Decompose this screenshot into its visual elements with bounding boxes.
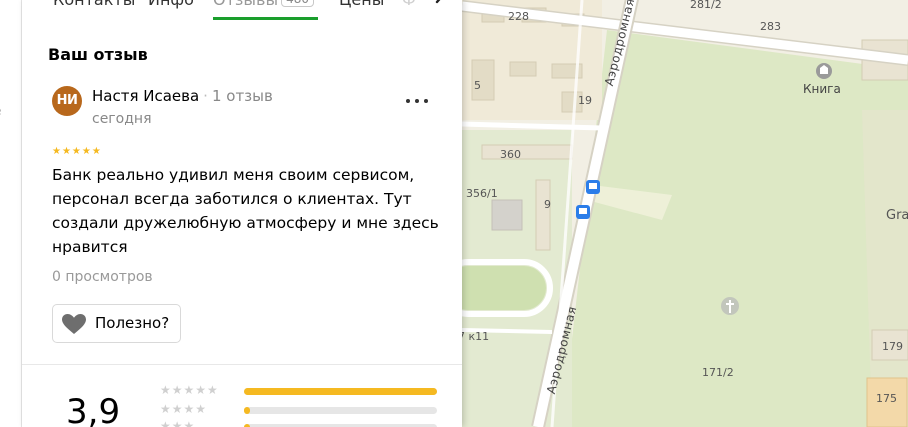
rating-value: 3,9	[66, 392, 121, 427]
author-review-count: 1 отзыв	[211, 87, 273, 105]
truncated-text: е	[0, 104, 1, 118]
bus-stop-icon[interactable]	[586, 180, 600, 194]
shop-icon[interactable]	[816, 63, 832, 79]
tab-bar: Контакты Инфо Отзывы480 Цены Ф	[22, 0, 462, 30]
building-number: 360	[500, 148, 521, 161]
building-number: 228	[508, 10, 529, 23]
review-text: Банк реально удивил меня своим сервисом,…	[52, 166, 439, 256]
heart-icon	[62, 314, 86, 334]
chevron-right-icon[interactable]	[431, 0, 451, 6]
left-panel-edge: е	[0, 0, 22, 427]
helpful-label: Полезно?	[95, 314, 170, 332]
rating-bar-track	[244, 407, 437, 414]
tab-info[interactable]: Инфо	[148, 0, 194, 9]
reviews-count-badge: 480	[281, 0, 315, 7]
author-name[interactable]: Настя Исаева	[92, 87, 199, 105]
dot	[424, 99, 428, 103]
separator-dot: ·	[203, 87, 208, 105]
tab-reviews-label: Отзывы	[213, 0, 278, 9]
views-count: 0 просмотров	[52, 269, 153, 285]
rating-bar-fill	[244, 407, 250, 414]
dot	[415, 99, 419, 103]
area-label: Gra	[886, 208, 908, 223]
rating-row-5: ★★★★★	[160, 383, 450, 399]
rating-row-4: ★★★★	[160, 402, 450, 418]
tab-reviews[interactable]: Отзывы480	[213, 0, 315, 9]
building-number: 283	[760, 20, 781, 33]
building	[481, 144, 573, 160]
helpful-button[interactable]: Полезно?	[52, 304, 181, 343]
building	[509, 61, 537, 77]
divider	[22, 364, 462, 365]
stadium-field	[462, 266, 546, 310]
row-stars: ★★★★	[160, 402, 208, 416]
tab-contacts[interactable]: Контакты	[53, 0, 135, 9]
row-stars: ★★★	[160, 419, 196, 427]
bus-stop-icon[interactable]	[576, 205, 590, 219]
tab-photos[interactable]: Ф	[402, 0, 416, 9]
road	[462, 121, 603, 131]
rating-row-3: ★★★	[160, 419, 450, 427]
cemetery-icon[interactable]	[721, 297, 739, 315]
building-number: 7 к11	[462, 330, 490, 343]
map-view[interactable]: 228 281/2 283 5 19 360 356/1 9 7 к11 171…	[462, 0, 908, 427]
section-title: Ваш отзыв	[48, 45, 148, 64]
building	[491, 199, 523, 231]
author-line: Настя Исаева · 1 отзыв	[92, 87, 273, 105]
map-canvas	[462, 0, 908, 427]
row-stars: ★★★★★	[160, 383, 219, 397]
more-options-button[interactable]	[404, 93, 430, 109]
building-number: 9	[544, 198, 551, 211]
building-number: 356/1	[466, 187, 498, 200]
org-card-panel: Контакты Инфо Отзывы480 Цены Ф Ваш отзыв…	[22, 0, 462, 427]
building-number: 5	[474, 79, 481, 92]
app: е Контакты Инфо Отзывы480 Цены Ф Ваш отз…	[0, 0, 908, 427]
avatar[interactable]: НИ	[52, 86, 82, 116]
building-number: 19	[578, 94, 592, 107]
review-stars: ★★★★★	[52, 146, 102, 157]
building-number: 175	[876, 392, 897, 405]
active-tab-indicator	[213, 17, 318, 20]
building-number: 179	[882, 340, 903, 353]
building-number: 281/2	[690, 0, 722, 11]
building-number: 171/2	[702, 366, 734, 379]
dot	[406, 99, 410, 103]
rating-bar-fill	[244, 388, 437, 395]
review-date: сегодня	[92, 111, 152, 127]
building	[535, 179, 551, 251]
tab-prices[interactable]: Цены	[339, 0, 384, 9]
poi-label[interactable]: Книга	[803, 82, 841, 96]
